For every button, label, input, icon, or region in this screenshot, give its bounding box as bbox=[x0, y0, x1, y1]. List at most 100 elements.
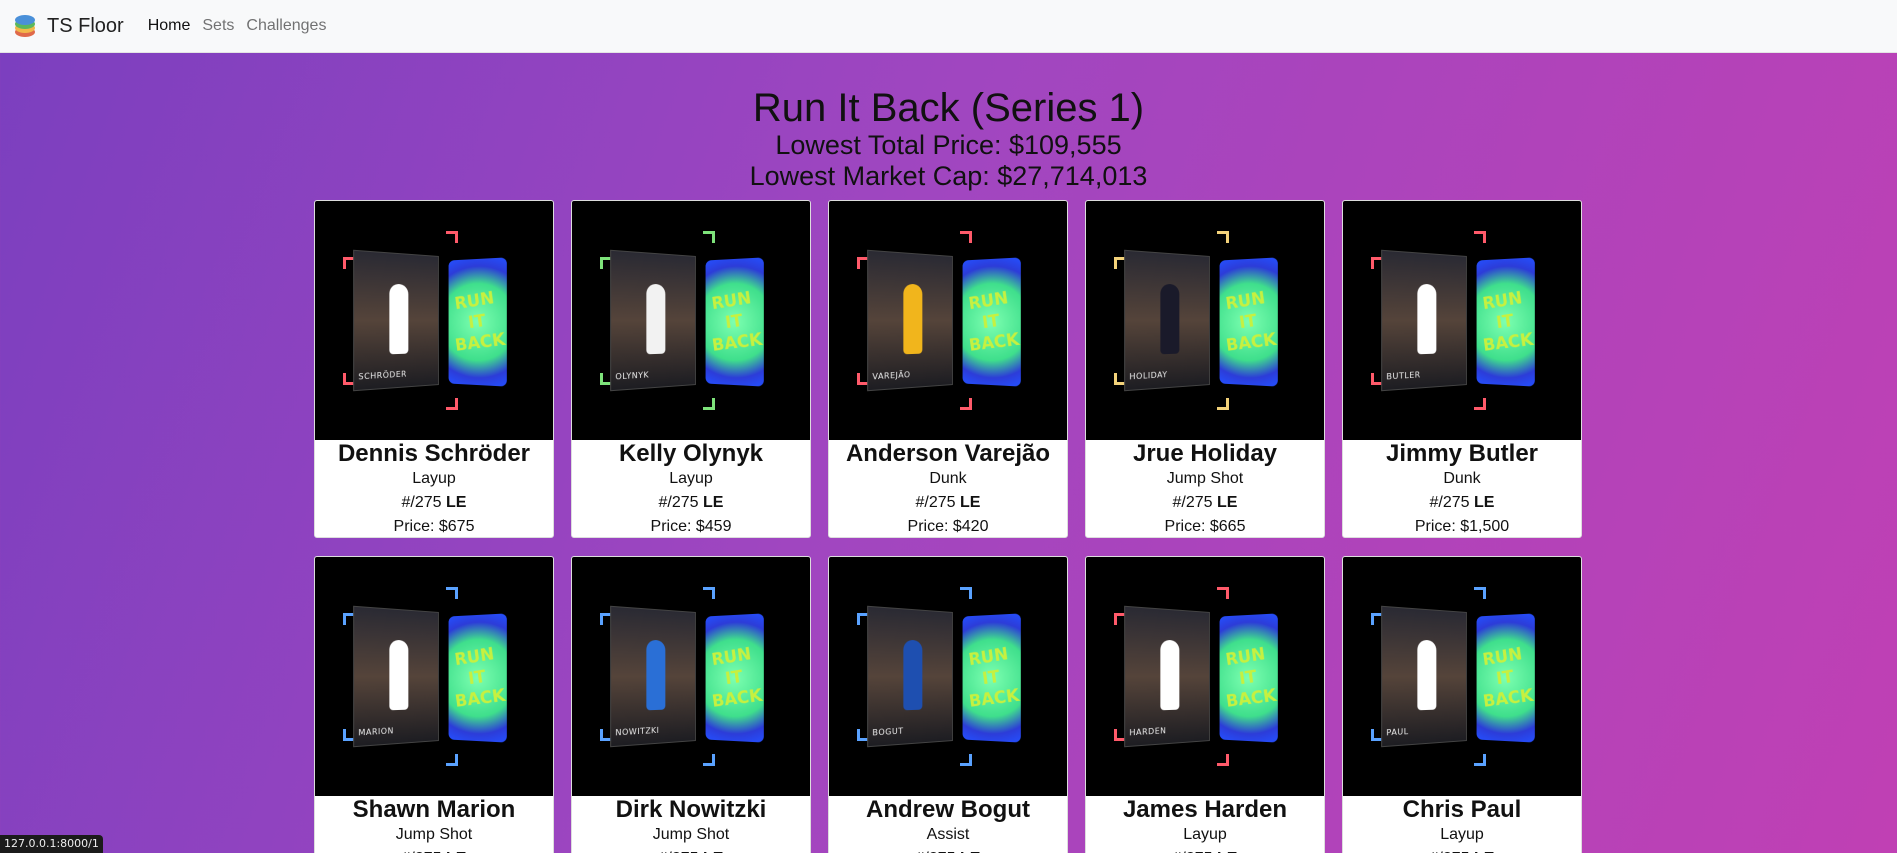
player-name[interactable]: Kelly Olynyk bbox=[572, 440, 810, 467]
set-art-text: RUN IT BACK bbox=[1481, 643, 1535, 712]
frame-corner bbox=[1474, 231, 1486, 243]
photo-player-label: SCHRÖDER bbox=[358, 369, 407, 382]
moment-image[interactable]: BOGUT RUN IT BACK bbox=[829, 557, 1067, 796]
frame-corner bbox=[960, 587, 972, 599]
moment-card[interactable]: PAUL RUN IT BACK Chris Paul Layup #/275 … bbox=[1342, 556, 1582, 853]
serial-info: #/275 LE bbox=[829, 847, 1067, 853]
nav-link-sets[interactable]: Sets bbox=[202, 17, 234, 35]
lowest-market-cap: Lowest Market Cap: $27,714,013 bbox=[749, 161, 1148, 191]
moment-image[interactable]: SCHRÖDER RUN IT BACK bbox=[315, 201, 553, 440]
brand-link[interactable]: TS Floor bbox=[47, 15, 124, 38]
photo-player-label: HARDEN bbox=[1129, 726, 1167, 738]
player-photo: VAREJÃO bbox=[867, 249, 953, 392]
frame-corner bbox=[960, 231, 972, 243]
frame-corner bbox=[1217, 587, 1229, 599]
ts-floor-logo-icon[interactable] bbox=[12, 13, 38, 39]
photo-player-label: MARION bbox=[358, 726, 394, 738]
serial-number: #/275 bbox=[1172, 494, 1213, 511]
frame-corner bbox=[1217, 398, 1229, 410]
status-bar-url: 127.0.0.1:8000/1 bbox=[0, 835, 103, 853]
player-name[interactable]: Jrue Holiday bbox=[1086, 440, 1324, 467]
moment-grid: SCHRÖDER RUN IT BACK Dennis Schröder Lay… bbox=[314, 200, 1582, 853]
play-type: Layup bbox=[1183, 826, 1227, 843]
moment-image[interactable]: PAUL RUN IT BACK bbox=[1343, 557, 1581, 796]
moment-image[interactable]: BUTLER RUN IT BACK bbox=[1343, 201, 1581, 440]
moment-details: Shawn Marion Jump Shot #/275 LE bbox=[315, 796, 553, 853]
moment-details: Kelly Olynyk Layup #/275 LE Price: $459 bbox=[572, 440, 810, 537]
serial-number: #/275 bbox=[658, 494, 699, 511]
player-photo: HOLIDAY bbox=[1124, 249, 1210, 392]
navbar: TS Floor Home Sets Challenges bbox=[0, 0, 1897, 53]
player-name[interactable]: Shawn Marion bbox=[315, 796, 553, 823]
set-art-panel: RUN IT BACK bbox=[1219, 257, 1278, 387]
serial-number: #/275 bbox=[1429, 494, 1470, 511]
moment-image[interactable]: MARION RUN IT BACK bbox=[315, 557, 553, 796]
play-type: Assist bbox=[926, 826, 970, 843]
moment-card[interactable]: VAREJÃO RUN IT BACK Anderson Varejão Dun… bbox=[828, 200, 1068, 538]
set-art-text: RUN IT BACK bbox=[967, 643, 1021, 712]
moment-card[interactable]: OLYNYK RUN IT BACK Kelly Olynyk Layup #/… bbox=[571, 200, 811, 538]
moment-price: Price: $665 bbox=[1164, 518, 1246, 535]
frame-corner bbox=[1474, 398, 1486, 410]
player-name[interactable]: James Harden bbox=[1086, 796, 1324, 823]
moment-image[interactable]: NOWITZKI RUN IT BACK bbox=[572, 557, 810, 796]
serial-info: #/275 LE bbox=[1086, 491, 1324, 515]
player-name[interactable]: Jimmy Butler bbox=[1343, 440, 1581, 467]
set-art-panel: RUN IT BACK bbox=[448, 257, 507, 387]
moment-card[interactable]: NOWITZKI RUN IT BACK Dirk Nowitzki Jump … bbox=[571, 556, 811, 853]
set-art-text: RUN IT BACK bbox=[967, 287, 1021, 356]
player-name[interactable]: Dirk Nowitzki bbox=[572, 796, 810, 823]
moment-image[interactable]: HOLIDAY RUN IT BACK bbox=[1086, 201, 1324, 440]
moment-image[interactable]: VAREJÃO RUN IT BACK bbox=[829, 201, 1067, 440]
photo-player-label: BUTLER bbox=[1386, 370, 1421, 382]
play-type: Layup bbox=[669, 470, 713, 487]
frame-corner bbox=[960, 398, 972, 410]
player-name[interactable]: Anderson Varejão bbox=[829, 440, 1067, 467]
moment-image[interactable]: HARDEN RUN IT BACK bbox=[1086, 557, 1324, 796]
moment-details: Dennis Schröder Layup #/275 LE Price: $6… bbox=[315, 440, 553, 537]
serial-number: #/275 bbox=[915, 494, 956, 511]
set-art-panel: RUN IT BACK bbox=[962, 613, 1021, 743]
moment-details: Chris Paul Layup #/275 LE bbox=[1343, 796, 1581, 853]
player-figure bbox=[389, 283, 409, 355]
frame-corner bbox=[1217, 754, 1229, 766]
nav-link-home[interactable]: Home bbox=[148, 17, 191, 35]
player-figure bbox=[903, 639, 923, 711]
moment-card[interactable]: BUTLER RUN IT BACK Jimmy Butler Dunk #/2… bbox=[1342, 200, 1582, 538]
set-art-panel: RUN IT BACK bbox=[705, 613, 764, 743]
moment-card[interactable]: MARION RUN IT BACK Shawn Marion Jump Sho… bbox=[314, 556, 554, 853]
moment-card[interactable]: HOLIDAY RUN IT BACK Jrue Holiday Jump Sh… bbox=[1085, 200, 1325, 538]
player-name[interactable]: Chris Paul bbox=[1343, 796, 1581, 823]
frame-corner bbox=[703, 754, 715, 766]
set-art-text: RUN IT BACK bbox=[710, 287, 764, 356]
serial-info: #/275 LE bbox=[1086, 847, 1324, 853]
serial-info: #/275 LE bbox=[829, 491, 1067, 515]
tier-badge: LE bbox=[446, 494, 467, 511]
player-photo: PAUL bbox=[1381, 605, 1467, 748]
serial-info: #/275 LE bbox=[1343, 491, 1581, 515]
serial-info: #/275 LE bbox=[1343, 847, 1581, 853]
moment-details: Dirk Nowitzki Jump Shot #/275 LE bbox=[572, 796, 810, 853]
play-type: Dunk bbox=[1443, 470, 1481, 487]
moment-card[interactable]: SCHRÖDER RUN IT BACK Dennis Schröder Lay… bbox=[314, 200, 554, 538]
frame-corner bbox=[446, 231, 458, 243]
photo-player-label: NOWITZKI bbox=[615, 725, 660, 738]
moment-price: Price: $675 bbox=[393, 518, 475, 535]
player-figure bbox=[646, 283, 666, 355]
moment-price: Price: $420 bbox=[907, 518, 989, 535]
moment-price: Price: $459 bbox=[650, 518, 732, 535]
moment-card[interactable]: BOGUT RUN IT BACK Andrew Bogut Assist #/… bbox=[828, 556, 1068, 853]
set-header: Run It Back (Series 1) Lowest Total Pric… bbox=[0, 86, 1897, 192]
nav-link-challenges[interactable]: Challenges bbox=[246, 17, 326, 35]
play-type: Dunk bbox=[929, 470, 967, 487]
frame-corner bbox=[446, 398, 458, 410]
player-name[interactable]: Andrew Bogut bbox=[829, 796, 1067, 823]
frame-corner bbox=[1474, 754, 1486, 766]
moment-image[interactable]: OLYNYK RUN IT BACK bbox=[572, 201, 810, 440]
player-photo: OLYNYK bbox=[610, 249, 696, 392]
frame-corner bbox=[703, 231, 715, 243]
set-art-text: RUN IT BACK bbox=[453, 643, 507, 712]
player-name[interactable]: Dennis Schröder bbox=[315, 440, 553, 467]
frame-corner bbox=[446, 754, 458, 766]
moment-card[interactable]: HARDEN RUN IT BACK James Harden Layup #/… bbox=[1085, 556, 1325, 853]
